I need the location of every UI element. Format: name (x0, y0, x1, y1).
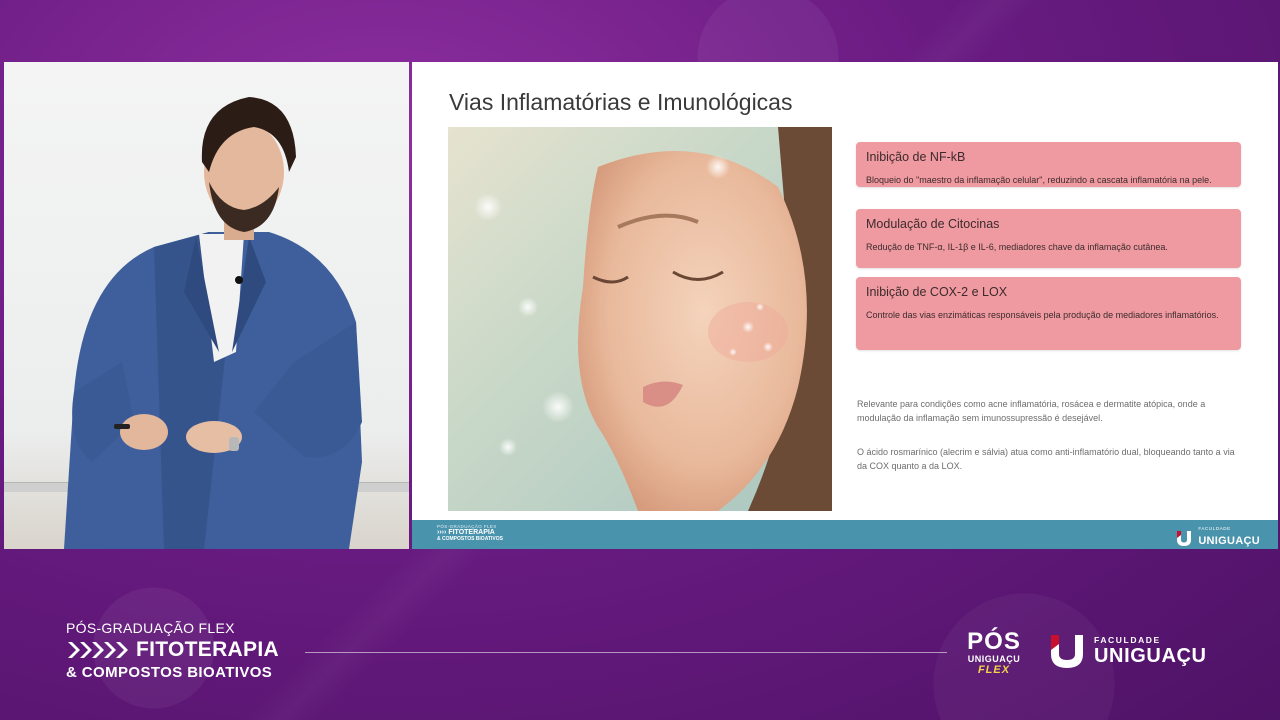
divider-line (305, 652, 947, 653)
speaker-video (4, 62, 409, 549)
chevron-arrows-icon: ›››› (437, 529, 447, 536)
uniguacu-u-logo-icon (1177, 530, 1192, 546)
card-description: Controle das vias enzimáticas responsáve… (866, 310, 1219, 320)
card-cox2-lox: Inibição de COX-2 e LOX Controle das via… (856, 277, 1241, 350)
presentation-slide: Vias Inflamatórias e Imunológicas Inibiç… (412, 62, 1278, 549)
paragraph-relevance: Relevante para condições como acne infla… (857, 399, 1206, 423)
faculdade-uniguacu-logo: FACULDADE UNIGUAÇU (1048, 632, 1207, 670)
pos-uniguacu-flex-logo: PÓS UNIGUAÇU FLEX (960, 628, 1028, 677)
face-illustration (474, 127, 832, 511)
course-title: FITOTERAPIA (136, 638, 279, 661)
card-description: Bloqueio do "maestro da inflamação celul… (866, 175, 1212, 185)
pos-logo-big: PÓS (967, 628, 1021, 655)
card-citocinas: Modulação de Citocinas Redução de TNF-α,… (856, 209, 1241, 268)
chevron-arrows-icon (68, 642, 128, 658)
slide-footer-course-sub: & COMPOSTOS BIOATIVOS (437, 536, 503, 542)
pos-logo-flex: FLEX (977, 664, 1011, 676)
faculty-logo-small: FACULDADE (1094, 635, 1161, 645)
slide-footer-course-brand: PÓS-GRADUAÇÃO FLEX ›››› FITOTERAPIA & CO… (437, 524, 503, 542)
slide-footer-course-main: FITOTERAPIA (448, 529, 495, 536)
card-nf-kb: Inibição de NF-kB Bloqueio do "maestro d… (856, 142, 1241, 187)
pos-logo-mid: UNIGUAÇU (967, 654, 1021, 664)
faculty-logo-big: UNIGUAÇU (1094, 645, 1207, 667)
speaker-figure (64, 97, 362, 549)
card-title: Inibição de COX-2 e LOX (866, 285, 1008, 299)
program-label: PÓS-GRADUAÇÃO FLEX (66, 620, 235, 636)
uniguacu-u-logo-icon (1051, 635, 1083, 668)
card-title: Modulação de Citocinas (866, 217, 1000, 231)
slide-footer-logo-small: FACULDADE (1198, 526, 1231, 531)
face-skin-image (448, 127, 832, 511)
card-title: Inibição de NF-kB (866, 150, 966, 164)
slide-footer-bar: PÓS-GRADUAÇÃO FLEX ›››› FITOTERAPIA & CO… (412, 520, 1278, 549)
slide-title: Vias Inflamatórias e Imunológicas (449, 89, 793, 115)
paragraph-rosmarinic: O ácido rosmarínico (alecrim e sálvia) a… (857, 447, 1235, 471)
slide-footer-faculty-logo: FACULDADE UNIGUAÇU (1175, 526, 1260, 549)
card-description: Redução de TNF-α, IL-1β e IL-6, mediador… (866, 242, 1168, 252)
slide-footer-logo-big: UNIGUAÇU (1198, 535, 1260, 547)
slide-footer-course-top: PÓS-GRADUAÇÃO FLEX (437, 524, 497, 529)
course-subtitle: & COMPOSTOS BIOATIVOS (66, 664, 273, 681)
